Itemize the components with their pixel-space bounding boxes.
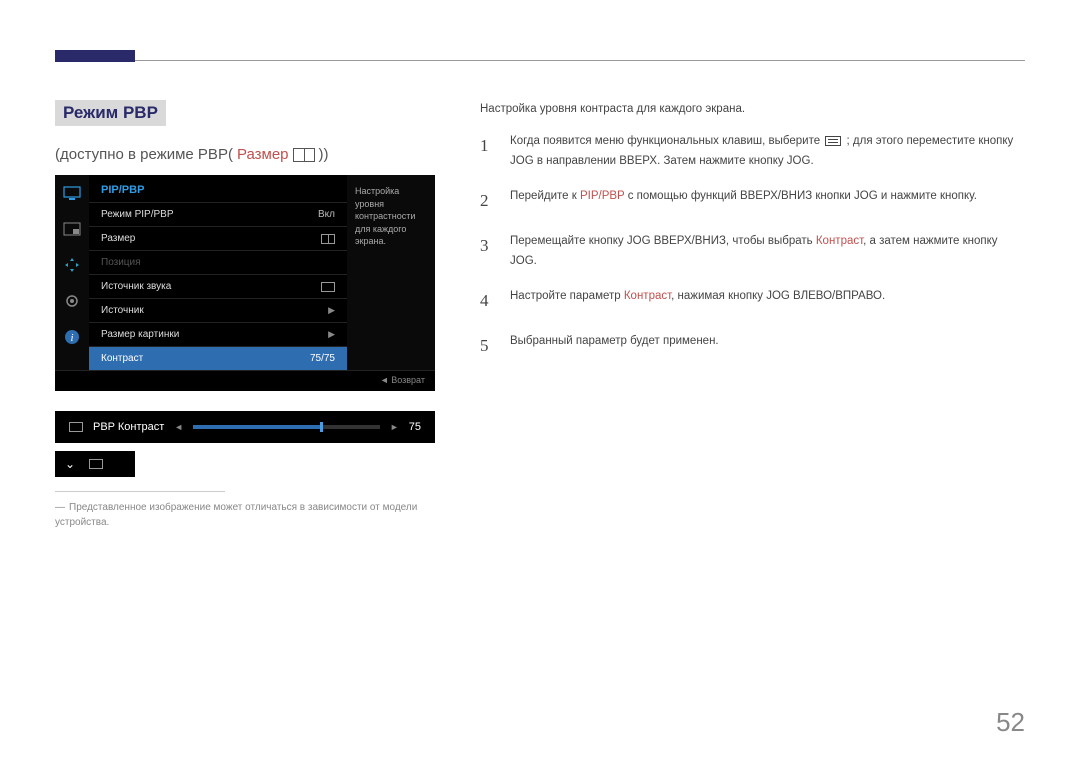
step-3: 3 Перемещайте кнопку JOG ВВЕРХ/ВНИЗ, что… xyxy=(480,232,1025,271)
step-number: 4 xyxy=(480,287,496,316)
subtitle-prefix: (доступно в режиме PBP( xyxy=(55,146,233,163)
box-icon[interactable] xyxy=(89,459,103,469)
step-text: Перемещайте кнопку JOG ВВЕРХ/ВНИЗ, чтобы… xyxy=(510,232,1025,271)
pip-icon[interactable] xyxy=(62,219,82,239)
osd-footer[interactable]: ◄ Возврат xyxy=(55,370,435,391)
step-number: 5 xyxy=(480,332,496,361)
intro-text: Настройка уровня контраста для каждого э… xyxy=(480,100,1025,118)
chevron-right-icon: ▶ xyxy=(328,305,335,316)
footnote: ―Представленное изображение может отлича… xyxy=(55,500,435,530)
step-text: Настройте параметр Контраст, нажимая кно… xyxy=(510,287,885,316)
subtitle-red: Размер xyxy=(237,146,289,163)
osd-row-position: Позиция xyxy=(89,250,347,274)
footnote-separator xyxy=(55,491,225,492)
contrast-slider[interactable] xyxy=(193,425,380,429)
info-icon[interactable]: i xyxy=(62,327,82,347)
svg-text:i: i xyxy=(70,332,73,344)
page-number: 52 xyxy=(996,707,1025,738)
step-2: 2 Перейдите к PIP/PBP с помощью функций … xyxy=(480,187,1025,216)
box-icon xyxy=(321,282,335,292)
osd-label: Позиция xyxy=(101,257,335,268)
osd-label: Источник xyxy=(101,305,320,316)
chevron-left-icon[interactable]: ◄ xyxy=(174,422,183,432)
section-title: Режим PBP xyxy=(55,100,166,126)
step-number: 2 xyxy=(480,187,496,216)
subtitle-suffix: )) xyxy=(319,146,329,163)
osd-value: 75/75 xyxy=(310,353,335,364)
osd-label: Размер картинки xyxy=(101,329,320,340)
osd-row-sound-source[interactable]: Источник звука xyxy=(89,274,347,298)
step-text: Перейдите к PIP/PBP с помощью функций ВВ… xyxy=(510,187,977,216)
header-rule xyxy=(55,60,1025,61)
subtitle: (доступно в режиме PBP( Размер )) xyxy=(55,146,435,163)
step-number: 1 xyxy=(480,132,496,171)
box-icon xyxy=(69,422,83,432)
osd-panel: i PIP/PBP Режим PIP/PBP Вкл Размер Позиц… xyxy=(55,175,435,391)
step-text: Когда появится меню функциональных клави… xyxy=(510,132,1025,171)
osd-label: Размер xyxy=(101,233,321,244)
osd-label: Контраст xyxy=(101,353,310,364)
osd-row-mode[interactable]: Режим PIP/PBP Вкл xyxy=(89,202,347,226)
header-block xyxy=(55,50,135,62)
step-1: 1 Когда появится меню функциональных кла… xyxy=(480,132,1025,171)
osd-label: Режим PIP/PBP xyxy=(101,209,318,220)
footnote-text: Представленное изображение может отличат… xyxy=(55,502,417,528)
monitor-icon[interactable] xyxy=(62,183,82,203)
slider-label: PBP Контраст xyxy=(93,421,164,433)
step-5: 5 Выбранный параметр будет применен. xyxy=(480,332,1025,361)
pbp-split-icon xyxy=(293,148,315,162)
chevron-right-icon: ▶ xyxy=(328,329,335,340)
osd-value: Вкл xyxy=(318,209,335,220)
chevron-down-icon[interactable]: ⌄ xyxy=(65,457,75,471)
nav-panel: ⌄ xyxy=(55,451,135,477)
gear-icon[interactable] xyxy=(62,291,82,311)
menu-icon xyxy=(825,136,841,146)
osd-label: Источник звука xyxy=(101,281,321,292)
step-text: Выбранный параметр будет применен. xyxy=(510,332,719,361)
osd-list: PIP/PBP Режим PIP/PBP Вкл Размер Позиция… xyxy=(89,175,347,370)
step-number: 3 xyxy=(480,232,496,271)
osd-description: Настройка уровня контрастности для каждо… xyxy=(347,175,435,370)
step-4: 4 Настройте параметр Контраст, нажимая к… xyxy=(480,287,1025,316)
slider-value: 75 xyxy=(409,421,421,433)
osd-sidebar: i xyxy=(55,175,89,370)
slider-panel: PBP Контраст ◄ ► 75 xyxy=(55,411,435,443)
split-box-icon xyxy=(321,234,335,244)
osd-title: PIP/PBP xyxy=(89,175,347,202)
chevron-right-icon[interactable]: ► xyxy=(390,422,399,432)
osd-row-source[interactable]: Источник ▶ xyxy=(89,298,347,322)
move-icon[interactable] xyxy=(62,255,82,275)
osd-row-picture-size[interactable]: Размер картинки ▶ xyxy=(89,322,347,346)
osd-row-contrast[interactable]: Контраст 75/75 xyxy=(89,346,347,370)
osd-row-size[interactable]: Размер xyxy=(89,226,347,250)
